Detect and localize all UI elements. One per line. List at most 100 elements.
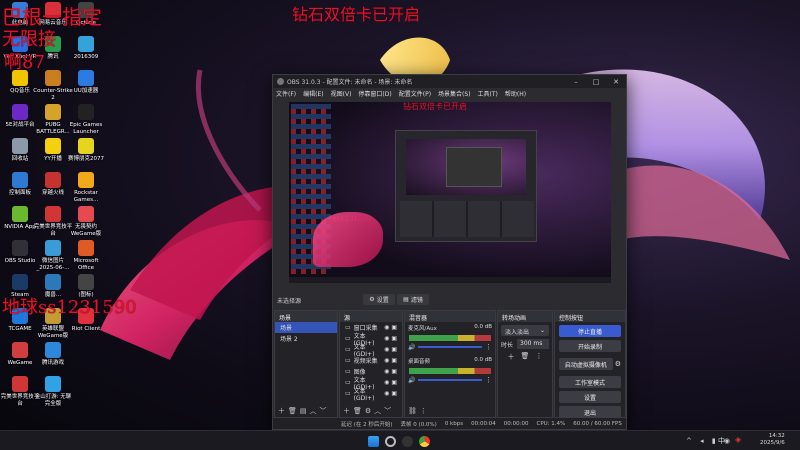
add-icon[interactable]: ＋: [278, 406, 285, 416]
overlay-contact: 地球ss1231590: [2, 297, 137, 318]
maximize-icon[interactable]: □: [586, 78, 606, 86]
windows-start-icon[interactable]: [368, 436, 379, 447]
mixer-header: 混音器: [405, 311, 495, 322]
minimize-icon[interactable]: –: [566, 78, 586, 86]
menu-view[interactable]: 视图(V): [331, 89, 352, 98]
transition-select[interactable]: 淡入淡出 ⌄: [501, 325, 549, 336]
source-type-icon: ▭: [345, 390, 351, 397]
speaker-icon[interactable]: 🔊: [408, 344, 415, 351]
filter-icon[interactable]: ▤: [300, 407, 307, 415]
eye-icon[interactable]: ◉: [384, 324, 389, 331]
eye-icon[interactable]: ◉: [384, 335, 389, 342]
lock-icon[interactable]: ▣: [391, 379, 397, 386]
clock[interactable]: 14:32 2025/9/6: [760, 433, 785, 447]
eye-icon[interactable]: ◉: [384, 379, 389, 386]
source-item[interactable]: ▭ 文本 (GDI+) ◉ ▣: [340, 388, 402, 402]
up-icon[interactable]: ︿: [310, 406, 317, 416]
input-language[interactable]: 中: [718, 436, 725, 446]
speaker-icon[interactable]: 🔊: [408, 377, 415, 384]
app-icon: [45, 376, 61, 392]
chrome-icon[interactable]: [419, 436, 430, 447]
kebab-icon[interactable]: ⋮: [535, 352, 542, 362]
desktop-icon[interactable]: Epic Games Launcher: [66, 104, 106, 135]
lock-icon[interactable]: ▣: [391, 390, 397, 397]
gear-icon: ⚙: [369, 296, 375, 303]
up-icon[interactable]: ︿: [374, 406, 381, 416]
eye-icon[interactable]: ◉: [384, 346, 389, 353]
desktop-icon-label: Riot Client: [71, 326, 101, 332]
source-type-icon: ▭: [345, 346, 351, 353]
sources-toolbar: ＋ 🗑 ⚙ ︿ ﹀: [340, 405, 402, 417]
settings-button[interactable]: 设置: [559, 391, 621, 403]
desktop-icon[interactable]: Microsoft Office: [66, 240, 106, 271]
desktop-icon[interactable]: UU加速器: [66, 70, 106, 95]
app-icon: [78, 36, 94, 52]
menu-profile[interactable]: 配置文件(P): [399, 89, 431, 98]
exit-button[interactable]: 退出: [559, 406, 621, 418]
stop-streaming-button[interactable]: 停止直播: [559, 325, 621, 337]
scenes-toolbar: ＋ 🗑 ▤ ︿ ﹀: [275, 405, 337, 417]
source-item[interactable]: ▭ 文本 (GDI+) ◉ ▣: [340, 344, 402, 358]
eye-icon[interactable]: ◉: [384, 390, 389, 397]
volume-slider[interactable]: [418, 379, 482, 381]
kebab-icon[interactable]: ⋮: [485, 376, 492, 384]
scene-item[interactable]: 场景 2: [275, 333, 337, 344]
settings-toggle-button[interactable]: ⚙ 设置: [363, 294, 395, 305]
desktop-icon[interactable]: 无畏契约 WeGame版: [66, 206, 106, 237]
menu-file[interactable]: 文件(F): [276, 89, 296, 98]
trash-icon[interactable]: 🗑: [521, 352, 530, 362]
down-icon[interactable]: ﹀: [320, 406, 327, 416]
controls-header: 控制按钮: [555, 311, 625, 322]
source-item[interactable]: ▭ 视频采集 ◉ ▣: [340, 355, 402, 366]
lock-icon[interactable]: ▣: [391, 368, 397, 375]
menu-edit[interactable]: 编辑(E): [303, 89, 323, 98]
lock-icon[interactable]: ▣: [391, 346, 397, 353]
gear-icon[interactable]: ⚙: [365, 407, 371, 415]
menu-help[interactable]: 帮助(H): [505, 89, 526, 98]
close-icon[interactable]: ✕: [606, 78, 626, 86]
app-icon: [78, 342, 94, 358]
desktop-icon[interactable]: [66, 376, 106, 394]
menu-tools[interactable]: 工具(T): [478, 89, 498, 98]
add-icon[interactable]: ＋: [508, 352, 515, 362]
studio-mode-button[interactable]: 工作室模式: [559, 376, 621, 388]
menu-scene-collection[interactable]: 场景集合(S): [438, 89, 471, 98]
virtual-camera-button[interactable]: 启动虚拟摄像机: [559, 358, 613, 370]
eye-icon[interactable]: ◉: [384, 357, 389, 364]
mixer-channel-name: 桌面音频: [408, 359, 431, 365]
link-icon[interactable]: ⛓: [408, 407, 417, 415]
wifi-icon[interactable]: ◈: [735, 435, 741, 444]
settings-label: 设置: [376, 297, 389, 304]
lock-icon[interactable]: ▣: [391, 324, 397, 331]
start-recording-button[interactable]: 开始录制: [559, 340, 621, 352]
preview-canvas[interactable]: 钻石双倍卡已开启 ss1231590: [289, 102, 611, 283]
lock-icon[interactable]: ▣: [391, 335, 397, 342]
add-icon[interactable]: ＋: [343, 406, 350, 416]
obs-taskbar-icon[interactable]: [402, 436, 413, 447]
desktop-icon[interactable]: 赛博朋克2077: [66, 138, 106, 163]
trash-icon[interactable]: 🗑: [288, 407, 297, 415]
overlay-banner: 钻石双倍卡已开启: [292, 5, 421, 24]
down-icon[interactable]: ﹀: [384, 406, 391, 416]
eye-icon[interactable]: ◉: [384, 368, 389, 375]
desktop-icon[interactable]: [66, 342, 106, 360]
scene-item[interactable]: 场景: [275, 322, 337, 333]
app-icon: [12, 240, 28, 256]
app-icon: [78, 206, 94, 222]
desktop-icon[interactable]: 2016309: [66, 36, 106, 61]
kebab-icon[interactable]: ⋮: [485, 343, 492, 351]
volume-slider[interactable]: [418, 346, 482, 348]
gear-icon[interactable]: ⚙: [615, 360, 621, 368]
source-type-icon: ▭: [345, 368, 351, 375]
search-icon[interactable]: [385, 436, 396, 447]
lock-icon[interactable]: ▣: [391, 357, 397, 364]
desktop-icon[interactable]: Rockstar Games...: [66, 172, 106, 203]
trash-icon[interactable]: 🗑: [353, 407, 362, 415]
duration-input[interactable]: 300 ms: [517, 339, 549, 349]
tray-icons[interactable]: ^ ◂ ▮ ◉: [686, 437, 733, 445]
filters-button[interactable]: ▤ 滤镜: [397, 294, 429, 305]
preview-banner: 钻石双倍卡已开启: [403, 102, 467, 111]
kebab-icon[interactable]: ⋮: [420, 407, 427, 415]
status-stream-time: 00:00:04: [471, 420, 496, 427]
menu-docks[interactable]: 停靠窗口(D): [358, 89, 391, 98]
